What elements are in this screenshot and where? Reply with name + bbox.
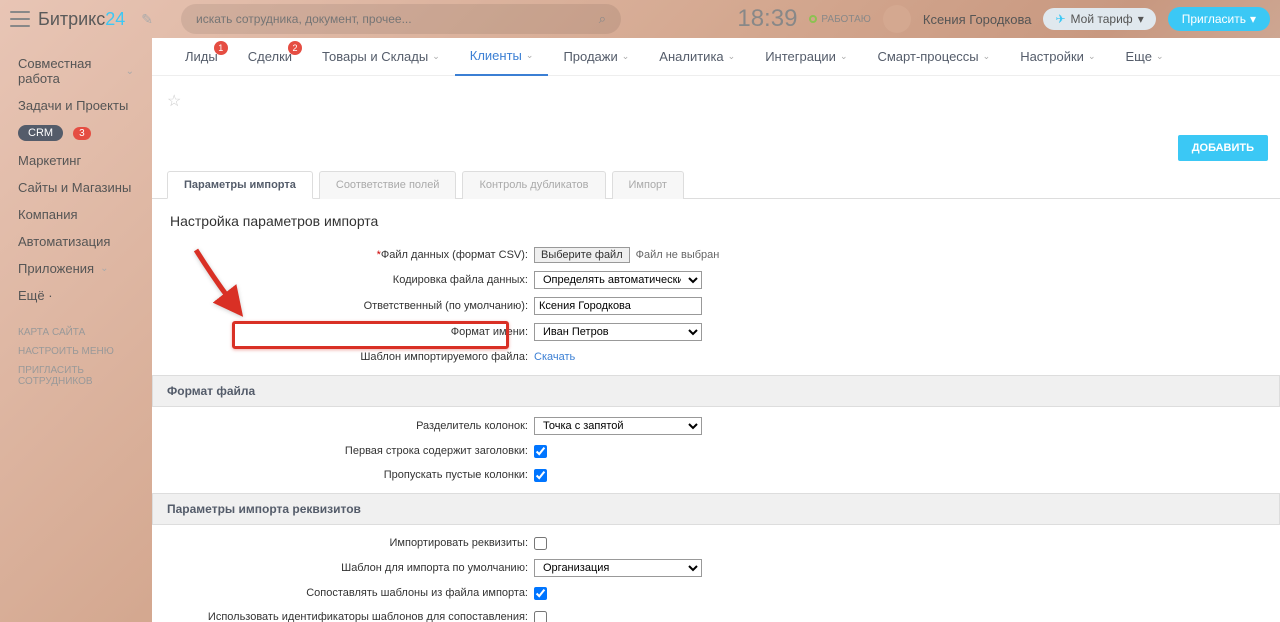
clock: 18:39 [737, 5, 797, 33]
first-row-checkbox[interactable] [534, 445, 547, 458]
badge: 1 [214, 41, 228, 55]
delimiter-select[interactable]: Точка с запятой [534, 417, 702, 435]
chevron-down-icon: ⌄ [526, 50, 534, 61]
star-icon[interactable]: ☆ [167, 91, 181, 111]
logo[interactable]: Битрикс24 [38, 9, 125, 30]
sidebar-item-tasks[interactable]: Задачи и Проекты [8, 92, 144, 119]
chevron-down-icon: ⌄ [622, 51, 630, 62]
invite-button[interactable]: Пригласить ▾ [1168, 7, 1270, 31]
download-template-link[interactable]: Скачать [534, 351, 575, 363]
match-templates-checkbox[interactable] [534, 587, 547, 600]
encoding-select[interactable]: Определять автоматически [534, 271, 702, 289]
use-ids-checkbox[interactable] [534, 611, 547, 622]
edit-icon[interactable]: ✎ [141, 11, 153, 28]
responsible-input[interactable] [534, 297, 702, 315]
search-input[interactable] [196, 12, 599, 26]
sidebar-item-more[interactable]: Ещё · [8, 282, 144, 309]
chevron-down-icon: ⌄ [100, 263, 108, 274]
sidebar-item-sites[interactable]: Сайты и Магазины [8, 174, 144, 201]
username[interactable]: Ксения Городкова [923, 12, 1032, 27]
chevron-down-icon: ⌄ [432, 51, 440, 62]
sidebar-sitemap[interactable]: Карта сайта [8, 323, 144, 342]
sidebar-configure[interactable]: Настроить меню [8, 342, 144, 361]
search-box[interactable]: ⌕ [181, 4, 621, 34]
tab-mapping[interactable]: Соответствие полей [319, 171, 457, 199]
status-dot-icon [809, 15, 817, 23]
use-ids-label: Использовать идентификаторы шаблонов для… [152, 611, 534, 622]
chevron-down-icon: ⌄ [1088, 51, 1096, 62]
sidebar-item-automation[interactable]: Автоматизация [8, 228, 144, 255]
page-title: Настройка параметров импорта [152, 199, 1280, 243]
sidebar-invite[interactable]: Пригласить сотрудников [8, 361, 144, 391]
nav-clients[interactable]: Клиенты⌄ [455, 38, 549, 76]
sidebar-item-collab[interactable]: Совместная работа ⌄ [8, 50, 144, 92]
nav-sales[interactable]: Продажи⌄ [548, 38, 644, 76]
section-requisites: Параметры импорта реквизитов [152, 493, 1280, 525]
plane-icon: ✈ [1055, 12, 1065, 26]
delimiter-label: Разделитель колонок: [152, 420, 534, 432]
nav-analytics[interactable]: Аналитика⌄ [644, 38, 750, 76]
work-status[interactable]: РАБОТАЮ [809, 14, 870, 25]
nav-settings[interactable]: Настройки⌄ [1005, 38, 1110, 76]
nav-products[interactable]: Товары и Склады⌄ [307, 38, 455, 76]
sidebar-item-marketing[interactable]: Маркетинг [8, 147, 144, 174]
nav-more[interactable]: Еще⌄ [1110, 38, 1178, 76]
badge: 2 [288, 41, 302, 55]
top-nav: Лиды1 Сделки2 Товары и Склады⌄ Клиенты⌄ … [152, 38, 1280, 76]
responsible-label: Ответственный (по умолчанию): [152, 300, 534, 312]
choose-file-button[interactable]: Выберите файл [534, 247, 630, 263]
badge: 3 [73, 127, 91, 140]
skip-empty-label: Пропускать пустые колонки: [152, 469, 534, 481]
nav-leads[interactable]: Лиды1 [170, 38, 233, 76]
match-templates-label: Сопоставлять шаблоны из файла импорта: [152, 587, 534, 599]
import-req-checkbox[interactable] [534, 537, 547, 550]
plan-button[interactable]: ✈Мой тариф ▾ [1043, 8, 1155, 30]
sidebar-item-crm[interactable]: CRM3 [8, 119, 101, 147]
search-icon[interactable]: ⌕ [599, 11, 606, 27]
chevron-down-icon: ⌄ [126, 66, 134, 77]
name-format-label: Формат имени: [152, 326, 534, 338]
tab-duplicates[interactable]: Контроль дубликатов [462, 171, 605, 199]
avatar[interactable] [883, 5, 911, 33]
tab-params[interactable]: Параметры импорта [167, 171, 313, 199]
sidebar: Совместная работа ⌄ Задачи и Проекты CRM… [0, 38, 152, 622]
import-tabs: Параметры импорта Соответствие полей Кон… [152, 170, 1280, 199]
template-label: Шаблон импортируемого файла: [152, 351, 534, 363]
chevron-down-icon: ⌄ [840, 51, 848, 62]
section-file-format: Формат файла [152, 375, 1280, 407]
nav-deals[interactable]: Сделки2 [233, 38, 307, 76]
first-row-label: Первая строка содержит заголовки: [152, 445, 534, 457]
add-button[interactable]: ДОБАВИТЬ [1178, 135, 1268, 161]
nav-integrations[interactable]: Интеграции⌄ [750, 38, 862, 76]
skip-empty-checkbox[interactable] [534, 469, 547, 482]
req-template-label: Шаблон для импорта по умолчанию: [152, 562, 534, 574]
import-req-label: Импортировать реквизиты: [152, 537, 534, 549]
chevron-down-icon: ⌄ [983, 51, 991, 62]
name-format-select[interactable]: Иван Петров [534, 323, 702, 341]
main-content: Лиды1 Сделки2 Товары и Склады⌄ Клиенты⌄ … [152, 38, 1280, 622]
tab-import[interactable]: Импорт [612, 171, 684, 199]
chevron-down-icon: ⌄ [728, 51, 736, 62]
chevron-down-icon: ⌄ [1156, 51, 1164, 62]
sidebar-item-apps[interactable]: Приложения ⌄ [8, 255, 144, 282]
sidebar-item-company[interactable]: Компания [8, 201, 144, 228]
encoding-label: Кодировка файла данных: [152, 274, 534, 286]
req-template-select[interactable]: Организация [534, 559, 702, 577]
nav-smart[interactable]: Смарт-процессы⌄ [862, 38, 1005, 76]
file-status: Файл не выбран [636, 249, 720, 261]
file-label: *Файл данных (формат CSV): [152, 249, 534, 261]
menu-icon[interactable] [10, 11, 30, 27]
